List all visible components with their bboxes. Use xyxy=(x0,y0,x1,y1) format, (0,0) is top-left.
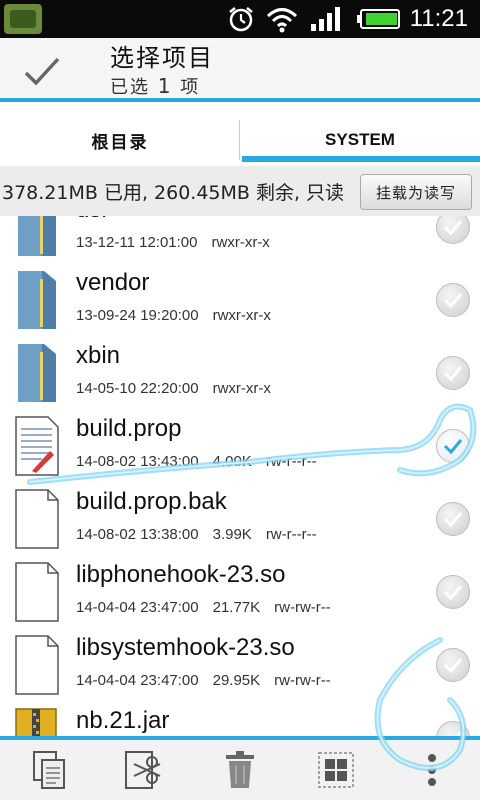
list-item[interactable]: libphonehook-23.so 14-04-04 23:47:00 21.7… xyxy=(0,555,480,629)
check-icon xyxy=(443,293,463,309)
check-icon xyxy=(455,731,463,736)
select-checkbox[interactable] xyxy=(436,721,470,736)
action-bar: 选择项目 已选 1 项 xyxy=(0,38,480,102)
list-item[interactable]: build.prop 14-08-02 13:43:00 4.00K rw-r--r… xyxy=(0,409,480,483)
select-checkbox[interactable] xyxy=(436,502,470,536)
select-checkbox[interactable] xyxy=(436,575,470,609)
file-meta: 14-04-04 23:47:00 29.95K rw-rw-r-- xyxy=(76,672,345,689)
app-notification-icon xyxy=(4,4,42,34)
file-name: libphonehook-23.so xyxy=(76,561,286,588)
check-icon xyxy=(443,512,463,528)
battery-icon xyxy=(356,4,402,34)
copy-button[interactable] xyxy=(26,748,74,792)
select-all-icon xyxy=(318,752,354,788)
folder-icon xyxy=(12,216,62,258)
mount-rw-button[interactable]: 挂载为读写 xyxy=(360,174,472,210)
select-checkbox[interactable] xyxy=(436,356,470,390)
more-options-button[interactable] xyxy=(408,748,456,792)
file-icon xyxy=(12,488,62,550)
selection-count-suffix: 项 xyxy=(180,77,201,98)
file-size: 21.77K xyxy=(212,599,261,616)
selection-header: 选择项目 已选 1 项 xyxy=(110,44,214,100)
selection-count-prefix: 已选 xyxy=(110,77,150,98)
file-date: 13-12-11 12:01:00 xyxy=(76,234,198,251)
list-item[interactable]: xbin 14-05-10 22:20:00 rwxr-xr-x xyxy=(0,336,480,410)
file-date: 13-09-24 19:20:00 xyxy=(76,307,199,324)
clock: 11:21 xyxy=(409,5,468,32)
file-permissions: rw-rw-r-- xyxy=(274,599,331,616)
delete-icon xyxy=(226,751,254,788)
select-checkbox-checked[interactable] xyxy=(436,429,470,463)
file-name: usr xyxy=(76,216,109,224)
select-checkbox[interactable] xyxy=(436,283,470,317)
done-button[interactable] xyxy=(10,46,74,98)
file-name: nb.21.jar xyxy=(76,707,170,734)
file-permissions: rwxr-xr-x xyxy=(211,234,270,251)
storage-info-row: 378.21MB 已用, 260.45MB 剩余, 只读 挂载为读写 xyxy=(0,166,480,217)
file-permissions: rwxr-xr-x xyxy=(212,307,271,324)
copy-icon xyxy=(33,751,65,789)
selection-count-number: 1 xyxy=(157,74,173,98)
action-bar-divider xyxy=(0,98,480,102)
file-permissions: rw-r--r-- xyxy=(265,453,317,470)
list-item[interactable]: libsystemhook-23.so 14-04-04 23:47:00 29.… xyxy=(0,628,480,702)
cut-icon xyxy=(125,751,161,789)
file-permissions: rw-r--r-- xyxy=(265,526,317,543)
select-checkbox[interactable] xyxy=(436,648,470,682)
text-file-icon xyxy=(12,415,62,477)
check-icon xyxy=(443,220,463,236)
file-date: 14-08-02 13:43:00 xyxy=(76,453,199,470)
file-icon xyxy=(12,561,62,623)
folder-icon xyxy=(12,269,62,331)
file-name: vendor xyxy=(76,269,150,296)
file-size: 4.00K xyxy=(212,453,252,470)
file-date: 14-05-10 22:20:00 xyxy=(76,380,199,397)
file-meta: 14-08-02 13:38:00 3.99K rw-r--r-- xyxy=(76,526,331,543)
list-item[interactable]: usr 13-12-11 12:01:00 rwxr-xr-x xyxy=(0,216,480,264)
folder-icon xyxy=(12,342,62,404)
select-all-button[interactable] xyxy=(312,748,360,792)
signal-icon xyxy=(308,4,344,34)
selection-count: 已选 1 项 xyxy=(110,74,214,100)
jar-file-icon xyxy=(12,707,62,736)
checkmark-icon xyxy=(24,57,60,86)
file-icon xyxy=(12,634,62,696)
status-bar: 11:21 xyxy=(0,0,480,38)
list-item[interactable]: nb.21.jar xyxy=(0,701,480,736)
tab-root[interactable]: 根目录 xyxy=(0,114,240,166)
file-date: 14-04-04 23:47:00 xyxy=(76,672,199,689)
file-meta: 13-09-24 19:20:00 rwxr-xr-x xyxy=(76,307,285,324)
cut-button[interactable] xyxy=(120,748,168,792)
check-icon xyxy=(443,585,463,601)
file-name: build.prop xyxy=(76,415,182,442)
list-item[interactable]: vendor 13-09-24 19:20:00 rwxr-xr-x xyxy=(0,263,480,337)
file-size: 3.99K xyxy=(212,526,252,543)
more-icon xyxy=(428,754,436,786)
check-icon xyxy=(443,366,463,382)
tab-selected-indicator xyxy=(242,156,480,162)
check-icon xyxy=(443,439,463,455)
bottom-toolbar xyxy=(0,736,480,800)
file-meta: 13-12-11 12:01:00 rwxr-xr-x xyxy=(76,234,284,251)
file-name: libsystemhook-23.so xyxy=(76,634,295,661)
file-name: build.prop.bak xyxy=(76,488,227,515)
storage-info: 378.21MB 已用, 260.45MB 剩余, 只读 xyxy=(2,182,345,204)
file-size: 29.95K xyxy=(212,672,261,689)
check-icon xyxy=(443,658,463,674)
page-title: 选择项目 xyxy=(110,44,214,72)
file-permissions: rw-rw-r-- xyxy=(274,672,331,689)
file-date: 14-08-02 13:38:00 xyxy=(76,526,199,543)
select-checkbox[interactable] xyxy=(436,216,470,244)
file-permissions: rwxr-xr-x xyxy=(212,380,271,397)
delete-button[interactable] xyxy=(216,748,264,792)
list-item[interactable]: build.prop.bak 14-08-02 13:38:00 3.99K rw-… xyxy=(0,482,480,556)
file-meta: 14-04-04 23:47:00 21.77K rw-rw-r-- xyxy=(76,599,345,616)
file-meta: 14-05-10 22:20:00 rwxr-xr-x xyxy=(76,380,285,397)
wifi-icon xyxy=(264,4,300,34)
file-meta: 14-08-02 13:43:00 4.00K rw-r--r-- xyxy=(76,453,331,470)
file-date: 14-04-04 23:47:00 xyxy=(76,599,199,616)
file-name: xbin xyxy=(76,342,121,369)
alarm-icon xyxy=(226,4,256,34)
file-list[interactable]: usr 13-12-11 12:01:00 rwxr-xr-x vendor 13… xyxy=(0,216,480,736)
